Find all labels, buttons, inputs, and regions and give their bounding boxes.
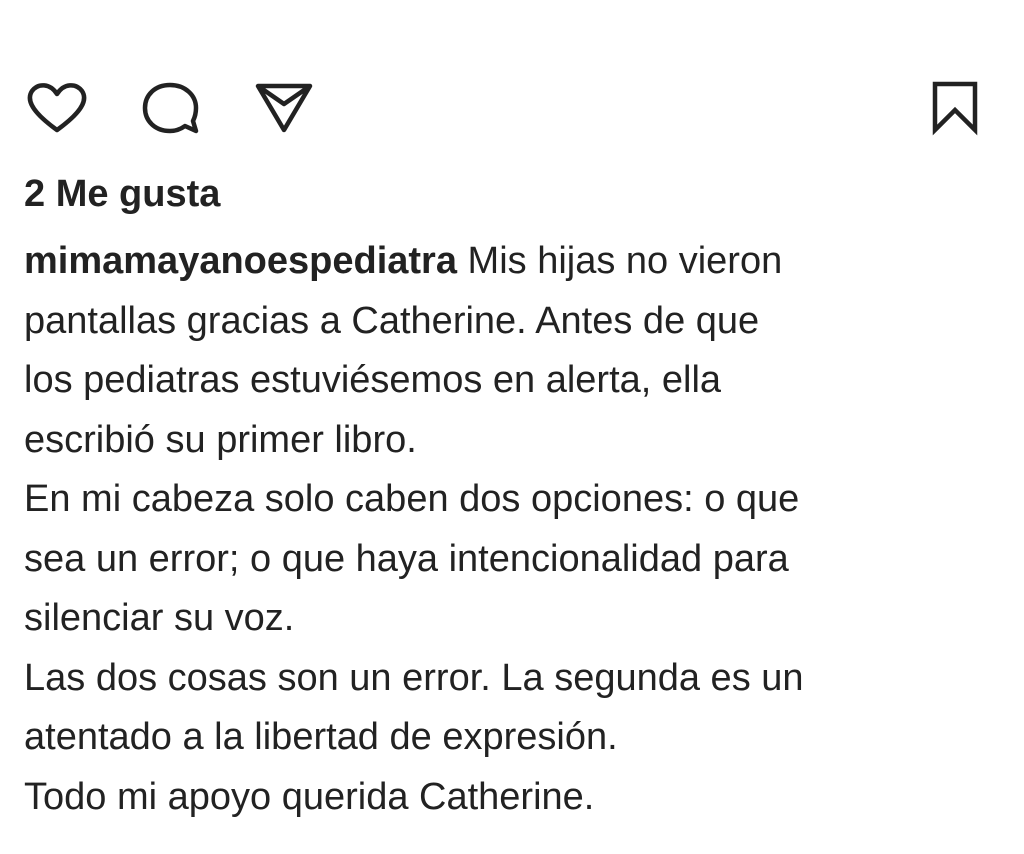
post-action-bar — [24, 80, 979, 136]
share-icon[interactable] — [254, 80, 314, 136]
caption-text: Mis hijas no vieron — [456, 240, 783, 282]
caption-line: atentado a la libertad de expresión. — [24, 716, 618, 758]
caption-line: mimamayanoespediatra Mis hijas no vieron — [24, 232, 999, 292]
caption-line: Las dos cosas son un error. La segunda e… — [24, 656, 804, 699]
heart-icon[interactable] — [24, 80, 90, 136]
post-caption: mimamayanoespediatra Mis hijas no vieron… — [24, 232, 999, 827]
caption-line: silenciar su voz. — [24, 597, 295, 639]
caption-line: escribió su primer libro. — [24, 418, 417, 461]
likes-count[interactable]: 2 Me gusta — [24, 168, 220, 220]
caption-line: En mi cabeza solo caben dos opciones: o … — [24, 478, 800, 520]
username-link[interactable]: mimamayanoespediatra — [24, 240, 457, 282]
comment-icon[interactable] — [142, 80, 202, 136]
caption-line: Todo mi apoyo querida Catherine. — [24, 775, 595, 818]
bookmark-icon[interactable] — [931, 80, 979, 136]
caption-line: pantallas gracias a Catherine. Antes de … — [24, 299, 760, 342]
caption-line: sea un error; o que haya intencionalidad… — [24, 537, 789, 580]
caption-line: los pediatras estuviésemos en alerta, el… — [24, 359, 722, 401]
